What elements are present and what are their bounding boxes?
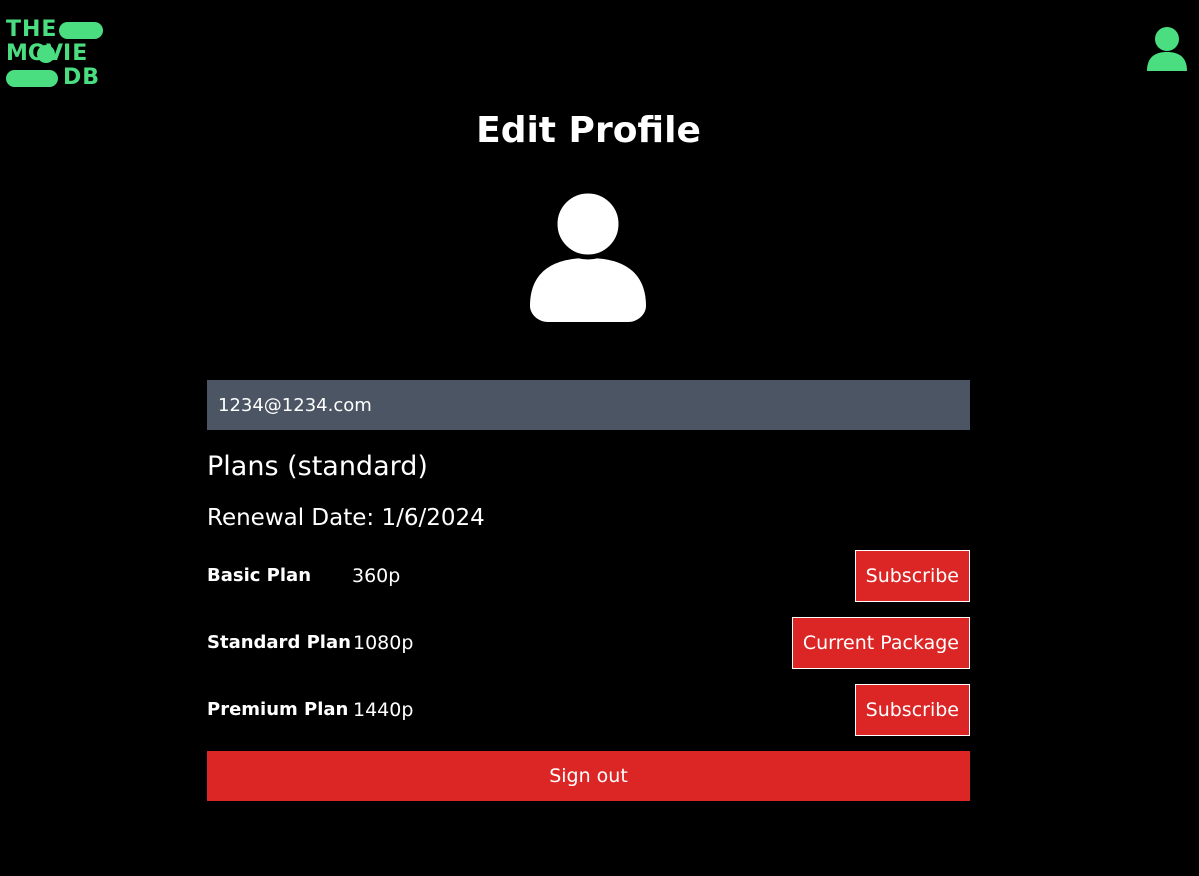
plan-name: Premium Plan <box>207 699 349 720</box>
logo-dot <box>37 45 55 63</box>
profile-user-icon[interactable] <box>1145 25 1189 73</box>
plan-row-standard: Standard Plan 1080p Current Package <box>207 617 970 669</box>
plans-heading: Plans (standard) <box>207 451 428 482</box>
subscribe-basic-button[interactable]: Subscribe <box>854 550 970 602</box>
logo-pill-bottom <box>6 69 58 87</box>
plan-row-basic: Basic Plan 360p Subscribe <box>207 550 970 602</box>
plan-resolution: 1080p <box>353 632 414 654</box>
renewal-date: Renewal Date: 1/6/2024 <box>207 505 485 531</box>
sign-out-button[interactable]: Sign out <box>207 751 970 801</box>
page-title: Edit Profile <box>476 110 701 151</box>
logo-text-the: THE <box>6 17 58 42</box>
profile-form: Plans (standard) Renewal Date: 1/6/2024 … <box>207 380 970 801</box>
tmdb-logo[interactable]: THE MOVIE DB <box>6 18 106 92</box>
plan-row-premium: Premium Plan 1440p Subscribe <box>207 684 970 736</box>
subscribe-premium-button[interactable]: Subscribe <box>854 684 970 736</box>
plan-resolution: 1440p <box>353 699 414 721</box>
avatar-user-icon <box>530 190 646 322</box>
logo-text-db: DB <box>63 65 101 90</box>
current-package-button[interactable]: Current Package <box>791 617 970 669</box>
logo-text-ie: IE <box>63 41 89 66</box>
plan-resolution: 360p <box>352 565 401 587</box>
email-field[interactable] <box>207 380 970 430</box>
plan-name: Basic Plan <box>207 565 312 586</box>
plan-name: Standard Plan <box>207 632 351 653</box>
edit-profile-page: THE MOVIE DB Edit Profile Plans (standar… <box>0 0 1199 876</box>
logo-pill-top <box>59 21 104 39</box>
